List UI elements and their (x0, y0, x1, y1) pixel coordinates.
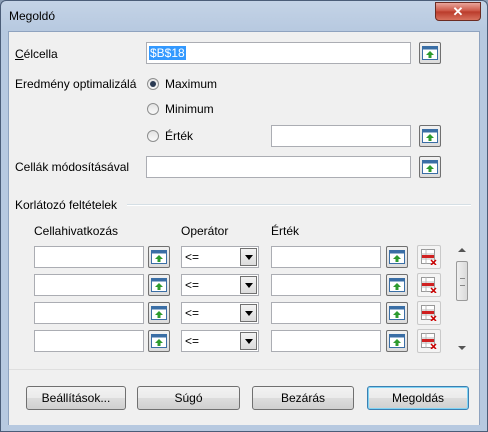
constraint-value-shrink-button[interactable] (386, 246, 408, 268)
constraints-scrollbar[interactable] (456, 244, 469, 354)
constraint-delete-button[interactable] (417, 245, 441, 269)
radio-value[interactable] (147, 130, 159, 142)
constraint-value-field[interactable] (271, 246, 381, 268)
shrink-icon (151, 278, 167, 292)
shrink-icon (422, 46, 438, 60)
operator-value: <= (185, 250, 200, 264)
shrink-icon (389, 278, 405, 292)
constraint-cell-ref-field[interactable] (34, 246, 144, 268)
value-of-shrink-button[interactable] (419, 125, 441, 147)
target-cell-label-rest: élcella (23, 47, 58, 61)
optimize-label: Eredmény optimalizálá (15, 77, 137, 91)
close-button[interactable]: Bezárás (252, 386, 354, 410)
shrink-icon (389, 306, 405, 320)
shrink-icon (151, 250, 167, 264)
target-cell-field[interactable]: $B$18 (146, 42, 411, 64)
radio-maximum[interactable] (147, 78, 159, 90)
constraint-value-field[interactable] (271, 274, 381, 296)
constraint-cell-ref-field[interactable] (34, 302, 144, 324)
operator-value: <= (185, 278, 200, 292)
chevron-down-icon[interactable] (240, 304, 257, 322)
window-title: Megoldó (9, 9, 56, 23)
constraints-section-label: Korlátozó feltételek (15, 198, 118, 212)
constraint-cell-ref-field[interactable] (34, 330, 144, 352)
constraint-value-shrink-button[interactable] (386, 330, 408, 352)
constraint-delete-button[interactable] (417, 301, 441, 325)
scroll-up-arrow-icon[interactable] (458, 248, 466, 252)
radio-minimum[interactable] (147, 103, 159, 115)
scroll-thumb[interactable] (456, 261, 468, 301)
target-cell-value: $B$18 (149, 46, 186, 60)
chevron-down-icon[interactable] (240, 276, 257, 294)
operator-value: <= (185, 306, 200, 320)
constraint-value-field[interactable] (271, 302, 381, 324)
constraint-value-field[interactable] (271, 330, 381, 352)
shrink-icon (422, 160, 438, 174)
changing-cells-field[interactable] (146, 156, 411, 178)
shrink-icon (151, 306, 167, 320)
constraints-separator (127, 204, 471, 206)
dialog-body: Célcella $B$18 Eredmény optimalizálá Max… (8, 31, 480, 425)
shrink-icon (422, 129, 438, 143)
constraint-delete-button[interactable] (417, 329, 441, 353)
constraint-operator-select[interactable]: <= (181, 330, 259, 352)
col-header-value: Érték (271, 224, 300, 238)
shrink-icon (389, 334, 405, 348)
constraint-cell-ref-shrink-button[interactable] (148, 302, 170, 324)
constraint-cell-ref-shrink-button[interactable] (148, 330, 170, 352)
delete-row-icon (421, 305, 437, 321)
constraint-cell-ref-shrink-button[interactable] (148, 274, 170, 296)
constraint-cell-ref-shrink-button[interactable] (148, 246, 170, 268)
delete-row-icon (421, 333, 437, 349)
scroll-down-arrow-icon[interactable] (458, 346, 466, 350)
delete-row-icon (421, 277, 437, 293)
shrink-icon (389, 250, 405, 264)
value-of-field[interactable] (271, 125, 411, 147)
constraint-operator-select[interactable]: <= (181, 274, 259, 296)
target-cell-label: Célcella (15, 47, 58, 61)
help-button[interactable]: Súgó (137, 386, 240, 410)
radio-minimum-label[interactable]: Minimum (165, 102, 214, 116)
changing-cells-shrink-button[interactable] (419, 156, 441, 178)
radio-value-label[interactable]: Érték (165, 129, 193, 143)
constraint-value-shrink-button[interactable] (386, 302, 408, 324)
constraint-cell-ref-field[interactable] (34, 274, 144, 296)
target-cell-shrink-button[interactable] (419, 42, 441, 64)
constraint-delete-button[interactable] (417, 273, 441, 297)
chevron-down-icon[interactable] (240, 248, 257, 266)
close-window-button[interactable]: ✕ (435, 2, 481, 21)
title-bar[interactable]: Megoldó ✕ (1, 1, 487, 31)
options-button[interactable]: Beállítások... (26, 386, 126, 410)
operator-value: <= (185, 334, 200, 348)
shrink-icon (151, 334, 167, 348)
constraint-operator-select[interactable]: <= (181, 246, 259, 268)
radio-maximum-label[interactable]: Maximum (165, 77, 217, 91)
col-header-operator: Operátor (181, 224, 229, 238)
solver-dialog: Megoldó ✕ Célcella $B$18 Eredmény optima… (0, 0, 488, 432)
delete-row-icon (421, 249, 437, 265)
solve-button[interactable]: Megoldás (367, 386, 469, 410)
chevron-down-icon[interactable] (240, 332, 257, 350)
changing-cells-label: Cellák módosításával (15, 160, 130, 174)
constraint-value-shrink-button[interactable] (386, 274, 408, 296)
constraint-operator-select[interactable]: <= (181, 302, 259, 324)
col-header-cell-ref: Cellahivatkozás (34, 224, 119, 238)
